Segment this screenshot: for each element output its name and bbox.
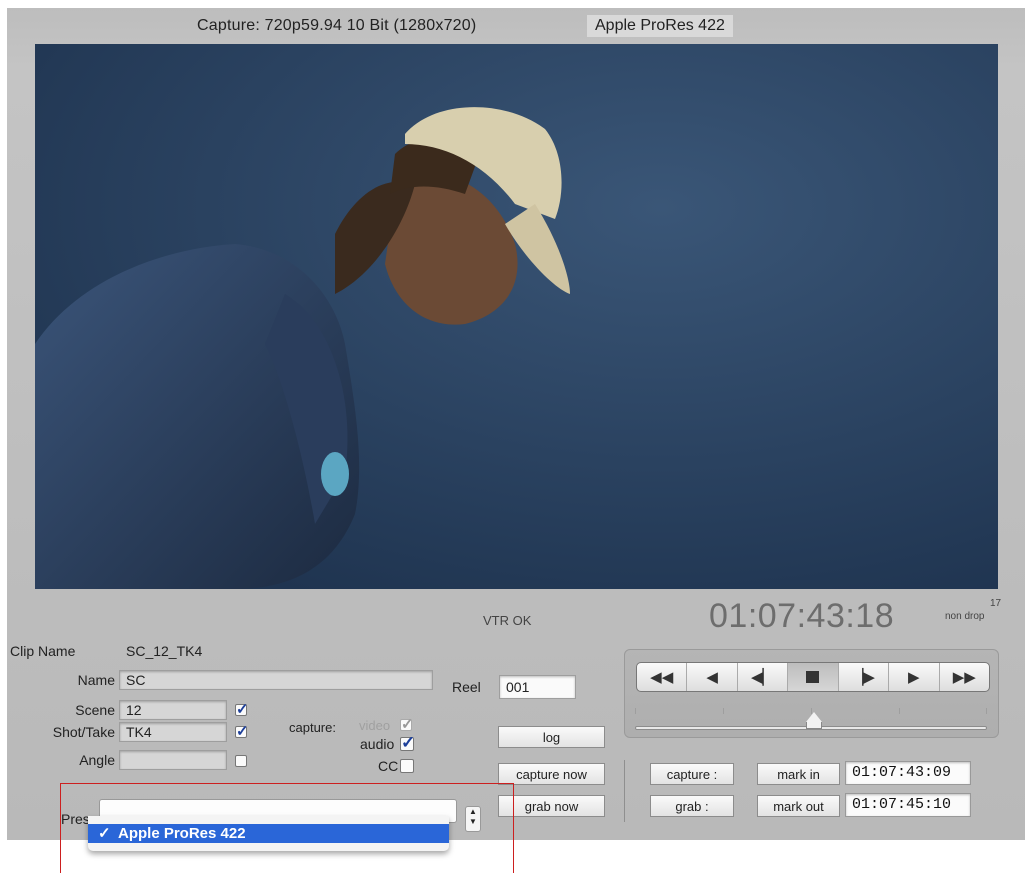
play-button[interactable]: ▶: [889, 663, 940, 691]
preset-menu-item-label: Apple ProRes 422: [118, 825, 246, 842]
capture-format-label: Capture: 720p59.94 10 Bit (1280x720): [197, 17, 477, 34]
play-icon: ▶: [908, 669, 920, 686]
fast-forward-icon: ▶▶: [952, 669, 976, 686]
step-back-icon: ◀▏: [751, 669, 775, 686]
capture-in-out-button[interactable]: capture :: [650, 763, 734, 785]
play-reverse-icon: ◀: [706, 669, 718, 686]
capture-cc-label: CC: [378, 758, 399, 774]
angle-label: Angle: [79, 752, 115, 768]
rewind-icon: ◀◀: [650, 669, 674, 686]
preset-label: Pres: [61, 811, 90, 827]
transport-controls: ◀◀ ◀ ◀▏ ▕▶ ▶ ▶▶: [624, 649, 999, 738]
chevron-down-icon: ▼: [469, 817, 477, 826]
capture-audio-label: audio: [360, 736, 395, 752]
codec-label: Apple ProRes 422: [587, 15, 733, 37]
chevron-up-icon: ▲: [469, 807, 477, 816]
reel-label: Reel: [452, 679, 481, 695]
capture-video-checkbox[interactable]: ✓: [400, 716, 414, 733]
clip-name-label: Clip Name: [10, 643, 76, 659]
shuttle-slider-thumb[interactable]: [806, 712, 822, 729]
angle-checkbox[interactable]: [235, 755, 247, 767]
angle-field[interactable]: [119, 750, 227, 770]
shot-take-checkbox[interactable]: ✓: [235, 723, 249, 740]
capture-info-bar: Capture: 720p59.94 10 Bit (1280x720) App…: [7, 8, 1025, 44]
capture-audio-checkbox[interactable]: ✓: [400, 733, 415, 752]
shot-take-label: Shot/Take: [52, 724, 115, 740]
capture-window: Capture: 720p59.94 10 Bit (1280x720) App…: [7, 8, 1025, 840]
step-forward-button[interactable]: ▕▶: [839, 663, 890, 691]
preset-dropdown-menu: ✓ Apple ProRes 422: [88, 816, 449, 851]
transport-button-group: ◀◀ ◀ ◀▏ ▕▶ ▶ ▶▶: [636, 662, 990, 692]
vtr-status: VTR OK: [483, 613, 532, 628]
reel-field[interactable]: 001: [499, 675, 576, 699]
capture-video-label: video: [359, 718, 391, 733]
mark-out-button[interactable]: mark out: [757, 795, 840, 817]
callout-line-right: [513, 783, 514, 873]
scene-label: Scene: [75, 702, 115, 718]
checkmark-icon: ✓: [98, 825, 111, 842]
shot-take-field[interactable]: TK4: [119, 722, 227, 742]
rewind-button[interactable]: ◀◀: [637, 663, 688, 691]
preset-menu-item-selected[interactable]: ✓ Apple ProRes 422: [88, 824, 449, 843]
fast-forward-button[interactable]: ▶▶: [940, 663, 989, 691]
grab-in-out-button[interactable]: grab :: [650, 795, 734, 817]
name-field[interactable]: SC: [119, 670, 433, 690]
current-timecode: 01:07:43:18: [709, 597, 895, 635]
separator: [624, 760, 625, 822]
preset-stepper[interactable]: ▲ ▼: [465, 806, 481, 832]
mark-in-timecode[interactable]: 01:07:43:09: [845, 761, 971, 785]
grab-now-button[interactable]: grab now: [498, 795, 605, 817]
stop-icon: [806, 671, 820, 683]
drop-mode-label: non drop: [945, 611, 985, 622]
name-label: Name: [77, 672, 115, 688]
log-button[interactable]: log: [498, 726, 605, 748]
scene-checkbox[interactable]: ✓: [235, 701, 249, 718]
clip-name-value: SC_12_TK4: [126, 643, 203, 659]
mark-in-button[interactable]: mark in: [757, 763, 840, 785]
stop-button[interactable]: [788, 663, 839, 691]
frame-count-label: 17: [990, 598, 1002, 609]
capture-options-label: capture:: [289, 720, 336, 735]
video-preview: [35, 44, 998, 589]
mark-out-timecode[interactable]: 01:07:45:10: [845, 793, 971, 817]
video-frame-image: [35, 44, 998, 589]
callout-line-left: [60, 783, 61, 873]
capture-cc-checkbox[interactable]: [400, 759, 414, 773]
callout-line-top: [60, 783, 514, 784]
step-forward-icon: ▕▶: [851, 669, 875, 686]
play-reverse-button[interactable]: ◀: [687, 663, 738, 691]
scene-field[interactable]: 12: [119, 700, 227, 720]
step-back-button[interactable]: ◀▏: [738, 663, 789, 691]
capture-now-button[interactable]: capture now: [498, 763, 605, 785]
